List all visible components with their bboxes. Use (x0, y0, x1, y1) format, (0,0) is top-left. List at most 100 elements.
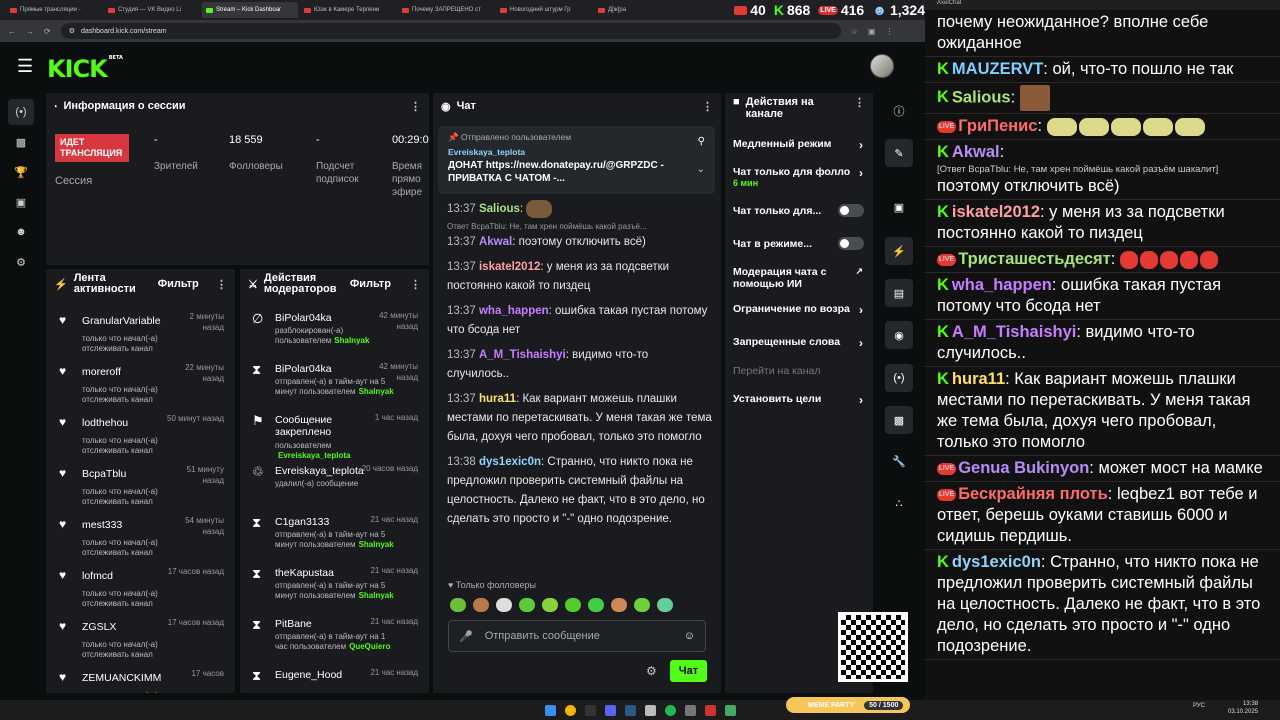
activity-username[interactable]: moreroff (82, 366, 177, 378)
chat-username[interactable]: Salious (479, 203, 520, 215)
spotify-icon[interactable] (664, 704, 676, 716)
video-icon[interactable]: ▩ (885, 406, 913, 434)
back-icon[interactable]: ← (8, 27, 16, 36)
chat-input[interactable]: 🎤 Отправить сообщение ☺ (448, 620, 706, 652)
analytics-icon[interactable]: ▩ (8, 129, 34, 155)
chat-message[interactable]: 13:37 A_M_Tishaishyi: видимо что-то случ… (447, 346, 712, 384)
windows-start-icon[interactable] (544, 704, 556, 716)
browser-tab[interactable]: Новогодний штурм Гр (496, 2, 592, 18)
notes-icon[interactable]: ▤ (885, 279, 913, 307)
star-icon[interactable]: ☆ (851, 27, 858, 36)
channel-action[interactable]: Установить цели › (733, 393, 863, 407)
gear-icon[interactable]: ⚙ (646, 664, 657, 678)
filter-button[interactable]: Фильтр (350, 278, 391, 290)
edit-icon[interactable]: ✎ (885, 139, 913, 167)
emote-icon[interactable] (542, 598, 558, 612)
hamburger-menu-icon[interactable]: ☰ (17, 56, 33, 77)
share-icon[interactable]: ∴ (885, 489, 913, 517)
activity-username[interactable]: BcpaTblu (82, 468, 177, 480)
activity-username[interactable]: lodthehou (82, 417, 177, 429)
avatar[interactable] (870, 54, 894, 78)
emote-icon[interactable] (565, 598, 581, 612)
browser-tab[interactable]: Stream – Kick Dashboar (202, 2, 298, 18)
chat-username[interactable]: wha_happen (479, 305, 549, 317)
chat-message[interactable]: 13:37 wha_happen: ошибка такая пустая по… (447, 302, 712, 340)
files-icon[interactable] (584, 704, 596, 716)
users-icon[interactable]: ☻ (8, 219, 34, 245)
browser-tab[interactable]: Юзж в Камере Терпени (300, 2, 396, 18)
channel-action[interactable]: Чат в режиме... (733, 237, 864, 250)
clock[interactable]: 13:38 03.10.2025 (1228, 700, 1258, 716)
channel-action[interactable]: Перейти на канал (733, 365, 863, 377)
mod-by[interactable]: Shalnyak (359, 540, 394, 549)
channel-action[interactable]: Чат только для... (733, 204, 864, 217)
activity-username[interactable]: mest333 (82, 519, 177, 531)
emote-icon[interactable] (496, 598, 512, 612)
chat-username[interactable]: A_M_Tishaishyi (479, 349, 566, 361)
emoji-icon[interactable]: ☺ (684, 630, 695, 642)
emote-icon[interactable] (657, 598, 673, 612)
trophy-icon[interactable]: 🏆 (8, 159, 34, 185)
chat-username[interactable]: dys1exic0n (479, 456, 541, 468)
kick-logo[interactable]: KICK BETA (47, 55, 123, 83)
forward-icon[interactable]: → (26, 27, 34, 36)
chat-message[interactable]: 13:37 hura11: Как вариант можешь плашки … (447, 390, 712, 447)
chat-message[interactable]: 13:38 dys1exic0n: Странно, что никто пок… (447, 453, 712, 529)
emote-icon[interactable] (473, 598, 489, 612)
mic-icon[interactable]: 🎤 (459, 630, 473, 643)
pinned-message[interactable]: 📌 Отправлено пользователем Evreiskaya_te… (438, 126, 715, 194)
activity-username[interactable]: ZEMUANCKIMM (82, 672, 177, 684)
send-button[interactable]: Чат (670, 660, 707, 682)
emote-icon[interactable] (634, 598, 650, 612)
pin-icon[interactable]: ⚲ (698, 136, 705, 147)
chat-message[interactable]: 13:37 Akwal: поэтому отключить всё) (447, 233, 712, 252)
emote-icon[interactable] (588, 598, 604, 612)
activity-username[interactable]: GranularVariable (82, 315, 177, 327)
emote-icon[interactable] (611, 598, 627, 612)
info-icon[interactable]: ⓘ (885, 97, 913, 125)
channel-action[interactable]: Медленный режим › (733, 138, 863, 152)
chat-message[interactable]: 13:37 iskatel2012: у меня из за подсветк… (447, 258, 712, 296)
emote-icon[interactable] (519, 598, 535, 612)
mod-by[interactable]: Evreiskaya_teplota (278, 451, 351, 460)
more-icon[interactable]: ⋮ (854, 96, 865, 109)
chat-message[interactable]: 13:37 Salious: (447, 200, 712, 219)
capture-icon[interactable]: ▣ (885, 193, 913, 221)
obs-icon[interactable] (644, 704, 656, 716)
toggle-switch[interactable] (838, 237, 864, 250)
chat-username[interactable]: Akwal (479, 236, 512, 248)
chevron-down-icon[interactable]: ⌄ (697, 164, 705, 175)
chat-username[interactable]: hura11 (479, 393, 516, 405)
channel-action[interactable]: Модерация чата с помощью ИИ ↗ (733, 266, 863, 290)
browser-tab[interactable]: Почему ЗАПРЕЩЕНО ст (398, 2, 494, 18)
browser-tab[interactable]: Д[ж]ра (594, 2, 690, 18)
filter-button[interactable]: Фильтр (158, 278, 199, 290)
more-icon[interactable]: ⋮ (702, 100, 713, 113)
chat-username[interactable]: iskatel2012 (479, 261, 540, 273)
mod-by[interactable]: Shalnyak (359, 387, 394, 396)
browser-tab[interactable]: Студия — VK Видео Li (104, 2, 200, 18)
chrome-icon[interactable] (564, 704, 576, 716)
more-icon[interactable]: ⋮ (410, 100, 421, 113)
reload-icon[interactable]: ⟳ (44, 27, 51, 36)
lightning-icon[interactable]: ⚡ (885, 237, 913, 265)
toggle-switch[interactable] (838, 204, 864, 217)
url-field[interactable]: ⚙ dashboard.kick.com/stream (60, 23, 841, 39)
app-icon[interactable] (704, 704, 716, 716)
broadcast-icon[interactable]: (•) (885, 364, 913, 392)
mod-by[interactable]: Shalnyak (359, 591, 394, 600)
broadcast-icon[interactable]: (•) (8, 99, 34, 125)
language-indicator[interactable]: РУС (1193, 703, 1205, 709)
steam-icon[interactable] (624, 704, 636, 716)
menu-icon[interactable]: ⋮ (885, 27, 893, 36)
app-icon[interactable] (684, 704, 696, 716)
mod-by[interactable]: Shalnyak (334, 336, 369, 345)
more-icon[interactable]: ⋮ (410, 278, 421, 291)
channel-action[interactable]: Запрещенные слова › (733, 336, 863, 350)
browser-tab[interactable]: Прямые трансляции - (6, 2, 102, 18)
activity-username[interactable]: ZGSLX (82, 621, 177, 633)
chat-bubble-icon[interactable]: ◉ (885, 321, 913, 349)
activity-username[interactable]: lofmcd (82, 570, 177, 582)
settings-icon[interactable]: ⚙ (8, 249, 34, 275)
app-icon[interactable] (724, 704, 736, 716)
